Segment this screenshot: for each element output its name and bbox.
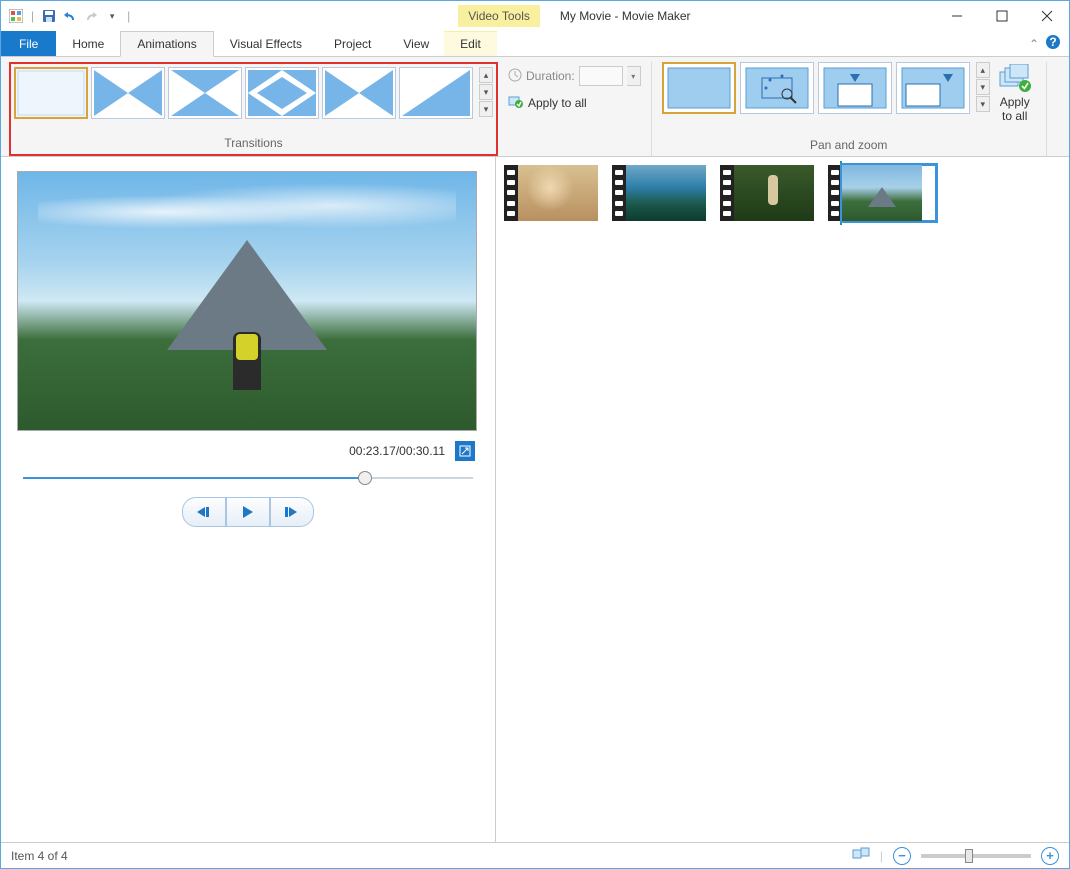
duration-dropdown-icon[interactable]: ▾	[627, 66, 641, 86]
pan-zoom-up-right[interactable]	[896, 62, 970, 114]
pan-zoom-up-center[interactable]	[818, 62, 892, 114]
zoom-in-button[interactable]: +	[1041, 847, 1059, 865]
panzoom-scroll-up-icon[interactable]: ▴	[976, 62, 990, 78]
transition-diamond[interactable]	[245, 67, 319, 119]
pan-zoom-group-label: Pan and zoom	[810, 136, 887, 156]
filmstrip-edge	[720, 165, 734, 221]
preview-pane: 00:23.17/00:30.11	[1, 157, 496, 842]
video-preview[interactable]	[17, 171, 477, 431]
gallery-scroll-up-icon[interactable]: ▴	[479, 67, 493, 83]
undo-icon[interactable]	[61, 7, 79, 25]
app-icon	[7, 7, 25, 25]
window-title: My Movie - Movie Maker	[540, 9, 691, 23]
apply-to-all-transitions[interactable]: Apply to all	[508, 94, 641, 111]
apply-to-all-panzoom[interactable]: Apply to all	[994, 62, 1036, 126]
transition-bowtie-vertical[interactable]	[322, 67, 396, 119]
pan-zoom-in[interactable]	[740, 62, 814, 114]
apply-all-btn-label: Apply to all	[1000, 96, 1030, 124]
timeline-pane	[496, 157, 1069, 842]
qat-dropdown-icon[interactable]: ▾	[103, 7, 121, 25]
duration-label: Duration:	[526, 69, 575, 83]
maximize-button[interactable]	[979, 2, 1024, 30]
filmstrip-edge	[504, 165, 518, 221]
gallery-more-icon[interactable]: ▾	[479, 101, 493, 117]
tab-visual-effects[interactable]: Visual Effects	[214, 31, 318, 56]
status-item-count: Item 4 of 4	[11, 849, 68, 863]
tab-animations[interactable]: Animations	[120, 31, 213, 57]
gallery-scroll-down-icon[interactable]: ▾	[479, 84, 493, 100]
zoom-slider[interactable]	[921, 854, 1031, 858]
fullscreen-icon[interactable]	[455, 441, 475, 461]
clock-icon	[508, 68, 522, 85]
tab-file[interactable]: File	[1, 31, 56, 56]
transitions-highlight-box: ▴ ▾ ▾ Transitions	[9, 62, 498, 156]
panzoom-more-icon[interactable]: ▾	[976, 96, 990, 112]
transitions-group-label: Transitions	[224, 134, 282, 154]
tab-home[interactable]: Home	[56, 31, 120, 56]
transition-bowtie-horizontal[interactable]	[168, 67, 242, 119]
filmstrip-edge	[612, 165, 626, 221]
apply-to-all-label: Apply to all	[528, 96, 587, 110]
apply-icon	[508, 94, 524, 111]
transitions-gallery[interactable]	[14, 67, 473, 119]
ribbon: ▴ ▾ ▾ Transitions Duration: ▾ Apply to a…	[1, 57, 1069, 157]
clip-4[interactable]	[842, 165, 936, 221]
transition-diagonal[interactable]	[399, 67, 473, 119]
panzoom-scroll-down-icon[interactable]: ▾	[976, 79, 990, 95]
clip-3[interactable]	[734, 165, 828, 221]
zoom-out-button[interactable]: −	[893, 847, 911, 865]
help-icon[interactable]: ?	[1045, 34, 1061, 53]
minimize-button[interactable]	[934, 2, 979, 30]
pan-zoom-none[interactable]	[662, 62, 736, 114]
titlebar: | ▾ | Video Tools My Movie - Movie Maker	[1, 1, 1069, 31]
tab-edit[interactable]: Edit	[444, 31, 497, 56]
qat-separator: |	[28, 9, 37, 23]
collapse-ribbon-icon[interactable]: ⌃	[1029, 37, 1039, 51]
tab-view[interactable]: View	[387, 31, 445, 56]
play-button[interactable]	[226, 497, 270, 527]
redo-icon[interactable]	[82, 7, 100, 25]
timeline[interactable]	[504, 165, 1061, 221]
tab-bar: File Home Animations Visual Effects Proj…	[1, 31, 1069, 57]
close-button[interactable]	[1024, 2, 1069, 30]
transition-none[interactable]	[14, 67, 88, 119]
apply-all-stack-icon	[998, 64, 1032, 94]
clip-1[interactable]	[518, 165, 612, 221]
next-frame-button[interactable]	[270, 497, 314, 527]
video-tools-contextual-tab: Video Tools	[458, 5, 540, 27]
svg-text:?: ?	[1049, 35, 1056, 49]
playback-slider[interactable]	[23, 473, 473, 483]
save-icon[interactable]	[40, 7, 58, 25]
duration-input[interactable]	[579, 66, 623, 86]
view-toggle-icon[interactable]	[852, 847, 870, 864]
prev-frame-button[interactable]	[182, 497, 226, 527]
playback-time: 00:23.17/00:30.11	[349, 444, 445, 458]
qat-separator: |	[124, 9, 133, 23]
statusbar: Item 4 of 4 | − +	[1, 842, 1069, 868]
tab-project[interactable]: Project	[318, 31, 387, 56]
clip-2[interactable]	[626, 165, 720, 221]
transition-crossfade[interactable]	[91, 67, 165, 119]
